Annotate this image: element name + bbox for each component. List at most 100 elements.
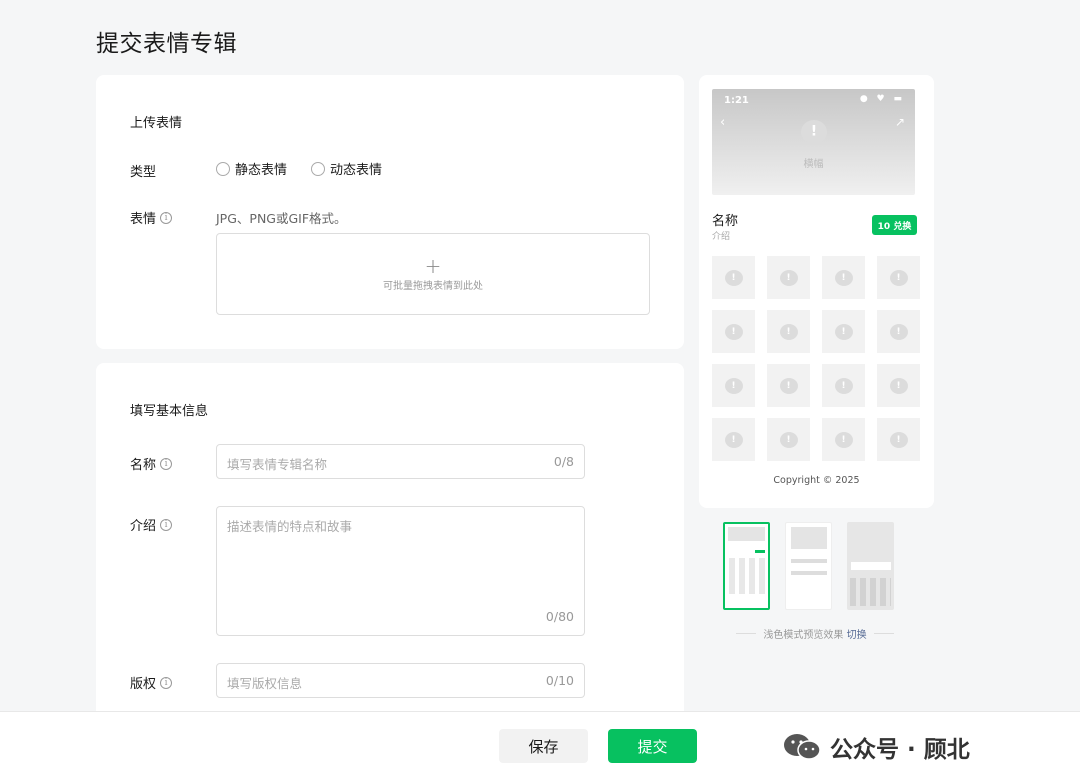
- theme-thumb-list[interactable]: [785, 522, 832, 610]
- info-icon[interactable]: i: [160, 457, 173, 470]
- theme-thumb-light[interactable]: [723, 522, 770, 610]
- page-title: 提交表情专辑: [96, 31, 237, 57]
- emoji-placeholder-icon: [889, 431, 908, 448]
- radio-static[interactable]: 静态表情: [216, 159, 287, 178]
- grid-cell: [877, 364, 920, 407]
- emoji-placeholder-icon: [779, 377, 798, 394]
- grid-cell: [712, 310, 755, 353]
- wechat-icon: [784, 734, 821, 760]
- save-button[interactable]: 保存: [499, 729, 588, 763]
- radio-static-label: 静态表情: [235, 163, 288, 178]
- emoji-placeholder-icon: [724, 431, 743, 448]
- emoji-placeholder-icon: [834, 323, 853, 340]
- intro-label: 介绍 i: [130, 515, 173, 534]
- phone-header-banner: 1:21 ● ♥ ▬ ‹ ↗ 横幅: [712, 89, 915, 195]
- emoji-placeholder-icon: [779, 323, 798, 340]
- thumb-keys: [850, 578, 891, 606]
- emoji-placeholder-icon: [834, 431, 853, 448]
- name-counter: 0/8: [553, 454, 574, 469]
- emoji-placeholder-icon: [779, 269, 798, 286]
- emoji-placeholder-icon: [724, 377, 743, 394]
- thumb-row: [791, 559, 827, 563]
- name-placeholder: 填写表情专辑名称: [227, 457, 328, 472]
- submit-button[interactable]: 提交: [608, 729, 697, 763]
- theme-thumb-keyboard[interactable]: [847, 522, 894, 610]
- thumb-grid: [729, 558, 765, 594]
- intro-label-text: 介绍: [130, 519, 157, 534]
- mode-text: 浅色模式预览效果: [763, 630, 844, 641]
- grid-cell: [877, 418, 920, 461]
- emoji-label-text: 表情: [130, 212, 157, 227]
- grid-cell: [767, 310, 810, 353]
- intro-placeholder: 描述表情的特点和故事: [227, 519, 353, 534]
- thumb-row: [791, 571, 827, 575]
- grid-cell: [712, 256, 755, 299]
- preview-intro: 介绍: [712, 232, 731, 242]
- format-hint: JPG、PNG或GIF格式。: [216, 211, 347, 226]
- info-icon[interactable]: i: [160, 518, 173, 531]
- copyright-input[interactable]: 填写版权信息 0/10: [216, 663, 585, 698]
- watermark: 公众号 · 顾北: [782, 730, 970, 764]
- emoji-placeholder-icon: [724, 323, 743, 340]
- name-input[interactable]: 填写表情专辑名称 0/8: [216, 444, 585, 479]
- preview-mode-line: 浅色模式预览效果 切换: [736, 626, 894, 641]
- info-icon[interactable]: i: [160, 676, 173, 689]
- share-icon: ↗: [894, 115, 905, 129]
- info-card: 填写基本信息 名称 i 填写表情专辑名称 0/8 介绍 i 描述表情的特点和故事…: [96, 363, 684, 723]
- emoji-placeholder-icon: [889, 269, 908, 286]
- phone-time: 1:21: [724, 95, 749, 106]
- preview-copyright: Copyright © 2025: [773, 475, 860, 486]
- thumb-banner: [728, 527, 765, 541]
- grid-cell: [767, 364, 810, 407]
- grid-cell: [712, 418, 755, 461]
- preview-emoji-grid: [712, 256, 920, 461]
- copyright-counter: 0/10: [545, 673, 574, 688]
- plus-icon: +: [424, 253, 442, 278]
- grid-cell: [767, 418, 810, 461]
- radio-animated-label: 动态表情: [330, 163, 383, 178]
- dropzone-text: 可批量拖拽表情到此处: [383, 280, 483, 292]
- switch-link[interactable]: 切换: [847, 630, 867, 641]
- name-label-text: 名称: [130, 458, 157, 473]
- banner-label: 横幅: [803, 159, 824, 170]
- preview-card: 1:21 ● ♥ ▬ ‹ ↗ 横幅 名称 介绍 10 兑换 Copyright …: [699, 75, 934, 508]
- bottom-action-bar: 保存 提交 公众号 · 顾北: [0, 711, 1080, 777]
- grid-cell: [877, 256, 920, 299]
- type-label: 类型: [130, 161, 156, 180]
- intro-textarea[interactable]: 描述表情的特点和故事 0/80: [216, 506, 585, 636]
- emoji-placeholder-icon: [801, 120, 827, 144]
- copyright-label-text: 版权: [130, 677, 157, 692]
- type-radio-group: 静态表情 动态表情: [216, 159, 382, 178]
- grid-cell: [822, 310, 865, 353]
- redeem-badge: 10 兑换: [872, 215, 917, 235]
- emoji-placeholder-icon: [724, 269, 743, 286]
- emoji-dropzone[interactable]: + 可批量拖拽表情到此处: [216, 233, 650, 315]
- radio-circle-icon[interactable]: [311, 161, 326, 176]
- info-section-title: 填写基本信息: [130, 404, 209, 419]
- radio-animated[interactable]: 动态表情: [311, 159, 382, 178]
- emoji-label: 表情 i: [130, 208, 173, 227]
- type-label-text: 类型: [130, 165, 157, 180]
- name-label: 名称 i: [130, 454, 173, 473]
- copyright-label: 版权 i: [130, 673, 173, 692]
- grid-cell: [822, 256, 865, 299]
- thumb-badge: [755, 550, 765, 553]
- emoji-placeholder-icon: [889, 323, 908, 340]
- back-icon: ‹: [720, 115, 726, 130]
- grid-cell: [877, 310, 920, 353]
- info-icon[interactable]: i: [160, 211, 173, 224]
- status-icons: ● ♥ ▬: [859, 94, 905, 104]
- preview-name: 名称: [712, 214, 739, 229]
- intro-counter: 0/80: [545, 609, 574, 624]
- emoji-placeholder-icon: [779, 431, 798, 448]
- thumb-input: [851, 562, 891, 570]
- grid-cell: [767, 256, 810, 299]
- emoji-placeholder-icon: [834, 377, 853, 394]
- upload-section-title: 上传表情: [130, 116, 183, 131]
- grid-cell: [712, 364, 755, 407]
- upload-card: 上传表情 类型 静态表情 动态表情 表情 i JPG、PNG或GIF格式。 + …: [96, 75, 684, 349]
- grid-cell: [822, 364, 865, 407]
- watermark-text: 公众号 · 顾北: [830, 737, 970, 763]
- emoji-placeholder-icon: [834, 269, 853, 286]
- radio-circle-icon[interactable]: [216, 161, 230, 176]
